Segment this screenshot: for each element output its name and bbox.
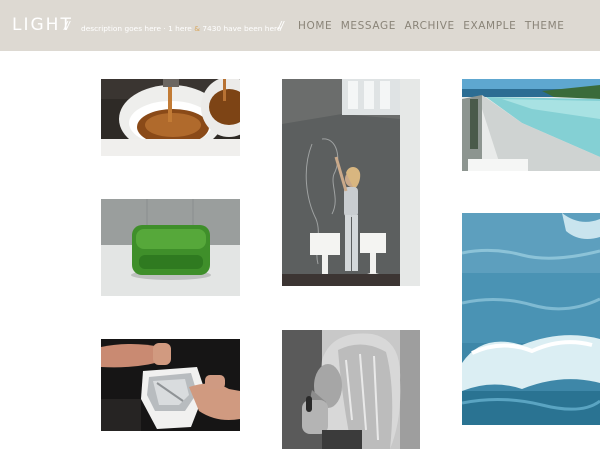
moss-image [101, 199, 240, 296]
portrait-woman-photo[interactable] [282, 330, 420, 449]
foil-hands-photo[interactable] [101, 339, 240, 431]
chalkboard-drawing-photo[interactable] [282, 79, 420, 286]
description-text: description goes here [81, 24, 162, 33]
pool-image [462, 79, 600, 171]
chalkboard-image [282, 79, 420, 286]
waves-image [462, 213, 600, 425]
nav-separator: // [278, 19, 284, 33]
foil-image [101, 339, 240, 431]
espresso-photo[interactable] [101, 79, 240, 156]
visitor-count-here: · 1 here [163, 24, 192, 33]
main-nav: HOME MESSAGE ARCHIVE EXAMPLE THEME [298, 20, 573, 32]
nav-archive[interactable]: ARCHIVE [404, 20, 454, 32]
nav-theme[interactable]: THEME [525, 20, 565, 32]
moss-ottoman-photo[interactable] [101, 199, 240, 296]
site-header: LIGHT // description goes here · 1 here … [0, 0, 600, 51]
visitor-count-total: 7430 have been here [202, 24, 282, 33]
title-separator: // [64, 19, 70, 33]
espresso-image [101, 79, 240, 156]
nav-home[interactable]: HOME [298, 20, 332, 32]
site-description: description goes here · 1 here & 7430 ha… [81, 24, 281, 33]
infinity-pool-photo[interactable] [462, 79, 600, 171]
portrait-image [282, 330, 420, 449]
ocean-waves-photo[interactable] [462, 213, 600, 425]
nav-message[interactable]: MESSAGE [341, 20, 396, 32]
nav-example[interactable]: EXAMPLE [463, 20, 516, 32]
stats-ampersand: & [194, 24, 200, 33]
